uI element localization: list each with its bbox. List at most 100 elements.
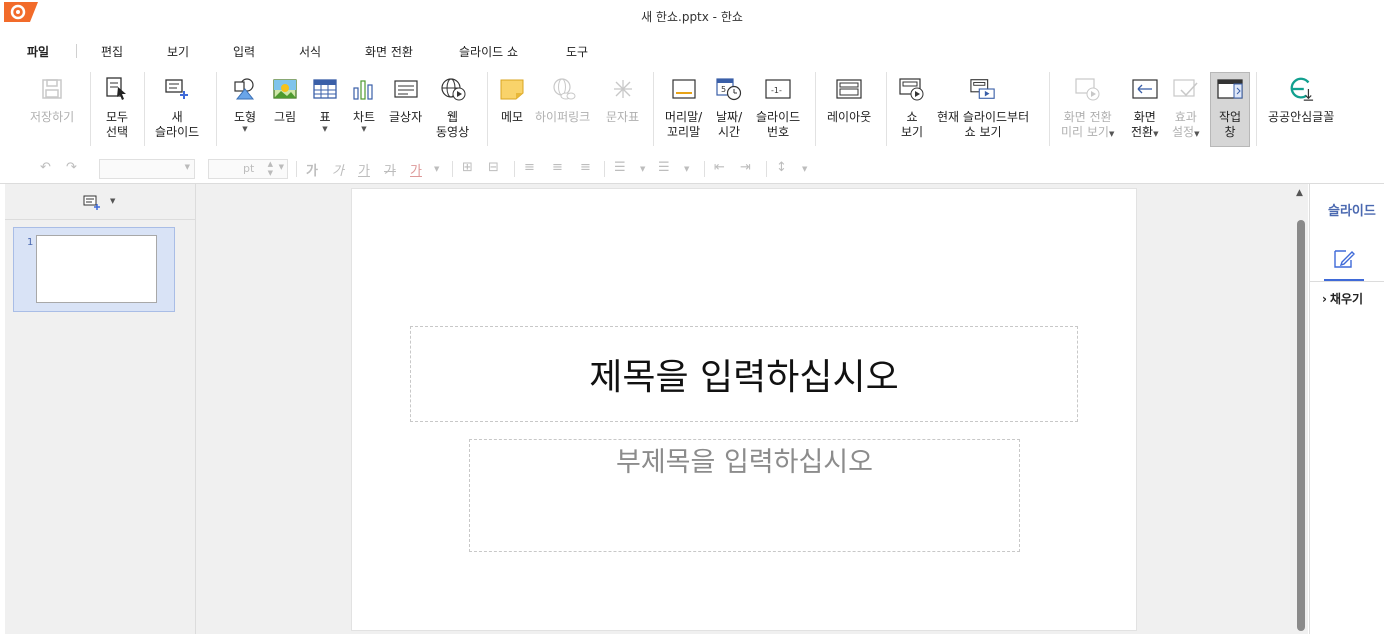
vertical-scrollbar[interactable]: ▲	[1294, 184, 1308, 634]
picture-button[interactable]: 그림	[272, 76, 298, 125]
format-separator	[514, 161, 515, 177]
ribbon-separator	[886, 72, 887, 146]
symbol-button[interactable]: 문자표	[606, 76, 639, 125]
decrease-indent-icon[interactable]: ⇤	[714, 160, 725, 175]
task-pane: 슬라이드 › 채우기	[1309, 184, 1384, 634]
strikethrough-icon[interactable]: 가	[384, 160, 396, 179]
textbox-button[interactable]: 글상자	[389, 76, 422, 125]
new-slide-label-1: 새	[171, 110, 183, 124]
numbered-list-icon[interactable]: ☰	[658, 160, 670, 175]
show-label-1: 쇼	[906, 110, 918, 124]
memo-label: 메모	[500, 110, 524, 124]
table-button[interactable]: 표 ▼	[312, 76, 338, 133]
font-color-dropdown-icon[interactable]: ▼	[434, 165, 439, 173]
numbered-list-dropdown-icon[interactable]: ▼	[684, 165, 689, 173]
date-time-button[interactable]: 5 날짜/시간	[716, 76, 742, 140]
memo-icon	[499, 76, 525, 102]
calendar-clock-icon: 5	[716, 76, 742, 102]
tab-file[interactable]: 파일	[27, 43, 49, 60]
new-slide-button[interactable]: 새 슬라이드	[155, 76, 199, 140]
subtitle-placeholder[interactable]: 부제목을 입력하십시오	[469, 439, 1020, 552]
svg-text:5: 5	[721, 85, 726, 94]
align-right-icon[interactable]: ≡	[580, 160, 591, 175]
scrollbar-thumb[interactable]	[1297, 220, 1305, 631]
public-font-download-icon	[1288, 76, 1314, 102]
fill-section-header[interactable]: › 채우기	[1322, 290, 1363, 307]
scroll-up-icon[interactable]: ▲	[1296, 188, 1303, 198]
shape-dropdown-icon: ▼	[242, 125, 248, 133]
transition-button[interactable]: 화면 전환▼	[1131, 76, 1158, 140]
public-font-button[interactable]: 공공안심글꼴	[1268, 76, 1334, 125]
font-size-stepper-icon[interactable]: ▲ ▼	[268, 160, 273, 178]
task-pane-title: 슬라이드	[1328, 204, 1376, 219]
title-placeholder[interactable]: 제목을 입력하십시오	[410, 326, 1078, 422]
date-time-label-1: 날짜/	[716, 110, 743, 124]
bullet-list-icon[interactable]: ☰	[614, 160, 626, 175]
underline-icon[interactable]: 가	[358, 160, 370, 179]
slide-thumbnail[interactable]	[36, 235, 157, 303]
textbox-label: 글상자	[389, 110, 423, 124]
align-left-icon[interactable]: ≡	[524, 160, 535, 175]
slide-number-button[interactable]: -1- 슬라이드 번호	[756, 76, 800, 140]
slide[interactable]: 제목을 입력하십시오 부제목을 입력하십시오	[351, 188, 1137, 631]
tab-transition[interactable]: 화면 전환	[365, 43, 413, 60]
bold-icon[interactable]: 가	[306, 160, 318, 179]
line-spacing-dropdown-icon[interactable]: ▼	[802, 165, 807, 173]
header-footer-button[interactable]: 머리말/꼬리말	[665, 76, 702, 140]
tab-format[interactable]: 서식	[299, 43, 321, 60]
transition-preview-label-2: 미리 보기	[1061, 125, 1109, 139]
tab-tools[interactable]: 도구	[566, 43, 588, 60]
select-all-button[interactable]: 모두 선택	[104, 76, 130, 140]
transition-label-1: 화면	[1133, 110, 1156, 124]
layout-icon	[836, 76, 862, 102]
ungroup-icon[interactable]: ⊟	[488, 160, 499, 175]
align-center-icon[interactable]: ≡	[552, 160, 563, 175]
slide-thumbnail-panel: ▼ 1	[5, 184, 196, 634]
redo-icon[interactable]: ↷	[66, 160, 77, 175]
font-size-input[interactable]: pt ▲ ▼ ▼	[208, 159, 288, 179]
font-color-icon[interactable]: 가	[410, 160, 422, 179]
show-from-current-button[interactable]: 현재 슬라이드부터 쇼 보기	[937, 76, 1029, 140]
web-video-label-2: 동영상	[436, 125, 470, 139]
tab-view[interactable]: 보기	[167, 43, 189, 60]
picture-icon	[272, 76, 298, 102]
slide-thumbnail-item[interactable]: 1	[13, 227, 175, 312]
line-spacing-icon[interactable]: ↕	[776, 160, 787, 175]
web-video-button[interactable]: 웹 동영상	[436, 76, 469, 140]
slide-number-label-2: 번호	[767, 125, 790, 139]
italic-icon[interactable]: 가	[332, 160, 344, 179]
task-pane-button[interactable]: 작업 창	[1210, 72, 1250, 147]
show-from-current-label-1: 현재 슬라이드부터	[937, 110, 1030, 124]
slide-thumbnail-number: 1	[27, 237, 34, 248]
tab-edit[interactable]: 편집	[101, 43, 123, 60]
table-icon	[312, 76, 338, 102]
save-button[interactable]: 저장하기	[30, 76, 74, 125]
chart-button[interactable]: 차트 ▼	[351, 76, 377, 133]
increase-indent-icon[interactable]: ⇥	[740, 160, 751, 175]
slide-format-tab[interactable]	[1324, 244, 1364, 282]
effect-settings-button[interactable]: 효과 설정▼	[1172, 76, 1199, 140]
transition-preview-button[interactable]: 화면 전환 미리 보기▼	[1061, 76, 1114, 140]
slideshow-play-icon	[899, 76, 925, 102]
svg-text:-1-: -1-	[771, 86, 782, 95]
layout-button[interactable]: 레이아웃	[827, 76, 871, 125]
new-slide-dropdown-icon[interactable]: ▼	[110, 197, 115, 205]
effect-settings-icon	[1173, 76, 1199, 102]
transition-dropdown-icon: ▼	[1153, 130, 1159, 138]
undo-icon[interactable]: ↶	[40, 160, 51, 175]
bullet-list-dropdown-icon[interactable]: ▼	[640, 165, 645, 173]
font-name-select[interactable]: ▼	[99, 159, 195, 179]
show-button[interactable]: 쇼 보기	[899, 76, 925, 140]
tab-slideshow[interactable]: 슬라이드 쇼	[459, 43, 518, 60]
task-pane-label-2: 창	[1224, 125, 1236, 139]
new-slide-small-icon[interactable]	[83, 194, 101, 213]
public-font-label: 공공안심글꼴	[1268, 110, 1335, 124]
shape-button[interactable]: 도형 ▼	[232, 76, 258, 133]
group-icon[interactable]: ⊞	[462, 160, 473, 175]
ribbon-separator	[815, 72, 816, 146]
ribbon-separator	[1256, 72, 1257, 146]
tab-insert[interactable]: 입력	[233, 43, 255, 60]
hyperlink-button[interactable]: 하이퍼링크	[535, 76, 590, 125]
memo-button[interactable]: 메모	[499, 76, 525, 125]
show-from-current-label-2: 쇼 보기	[964, 125, 1002, 139]
